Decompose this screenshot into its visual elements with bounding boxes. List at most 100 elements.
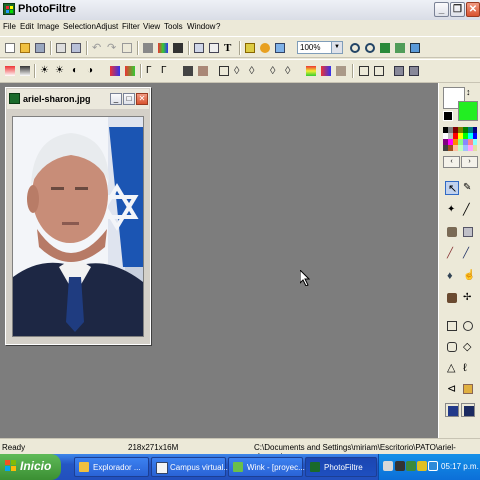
contrast-plus-icon[interactable]: ◐ — [70, 64, 84, 78]
palette-next-button[interactable]: › — [461, 156, 478, 168]
default-colors-icon[interactable] — [443, 111, 453, 121]
color-palette[interactable] — [443, 127, 477, 151]
image-size-icon[interactable] — [192, 41, 206, 55]
rotate-left-icon[interactable] — [392, 64, 406, 78]
fill-bucket-icon[interactable] — [445, 225, 459, 239]
actual-size-icon[interactable] — [393, 41, 407, 55]
start-button[interactable]: Inicio — [0, 454, 61, 480]
undo-icon[interactable]: ↶ — [90, 41, 104, 55]
film-icon[interactable] — [171, 41, 185, 55]
print-icon[interactable] — [54, 41, 68, 55]
explorer-icon[interactable] — [273, 41, 287, 55]
saturation-plus-icon[interactable] — [108, 64, 122, 78]
network-icon[interactable] — [406, 461, 416, 471]
frame-icon[interactable] — [217, 64, 231, 78]
menu-window[interactable]: Window — [187, 22, 215, 31]
saturation-minus-icon[interactable] — [123, 64, 137, 78]
sharpen-icon[interactable]: ◊ — [247, 64, 261, 78]
diamond-selection-icon[interactable]: ◇ — [461, 340, 475, 354]
chevron-down-icon[interactable]: ▼ — [331, 42, 342, 53]
mosaic-icon[interactable] — [181, 64, 195, 78]
brush-icon[interactable]: ╱ — [445, 247, 459, 261]
ellipse-selection-icon[interactable] — [461, 319, 475, 333]
polygon-selection-icon[interactable]: ⊲ — [445, 382, 459, 396]
spray-icon[interactable] — [461, 225, 475, 239]
menu-adjust[interactable]: Adjust — [96, 22, 118, 31]
text-icon[interactable]: T — [222, 41, 236, 55]
task-photofiltre[interactable]: PhotoFiltre — [305, 457, 377, 477]
auto-contrast-icon[interactable] — [18, 64, 32, 78]
save-icon[interactable] — [33, 41, 47, 55]
triangle-selection-icon[interactable]: △ — [445, 361, 459, 375]
palette-prev-button[interactable]: ‹ — [443, 156, 460, 168]
gamma-minus-icon[interactable]: Γ — [159, 64, 173, 78]
fill-option-icon[interactable] — [445, 403, 459, 417]
restore-button[interactable]: ❐ — [450, 2, 465, 17]
blur-tool-icon[interactable]: ♦ — [445, 269, 459, 283]
image-canvas[interactable] — [12, 116, 144, 337]
contrast-minus-icon[interactable]: ◑ — [85, 64, 99, 78]
monitor-icon[interactable] — [395, 461, 405, 471]
emboss-icon[interactable]: ◊ — [268, 64, 282, 78]
canvas-size-icon[interactable] — [207, 41, 221, 55]
document-maximize-button[interactable]: □ — [123, 93, 135, 105]
zoom-out-icon[interactable] — [363, 41, 377, 55]
sepia-icon[interactable] — [334, 64, 348, 78]
task-explorador[interactable]: Explorador ... — [74, 457, 149, 477]
menu-file[interactable]: File — [3, 22, 16, 31]
invert-icon[interactable] — [319, 64, 333, 78]
load-shape-icon[interactable] — [461, 382, 475, 396]
menu-image[interactable]: Image — [37, 22, 59, 31]
secondary-color-swatch[interactable] — [458, 101, 478, 121]
rectangle-selection-icon[interactable] — [445, 319, 459, 333]
pattern-tool-icon[interactable]: ✢ — [461, 291, 475, 305]
task-campus-virtual[interactable]: Campus virtual... — [151, 457, 230, 477]
document-titlebar[interactable]: ariel-sharon.jpg _ □ ✕ — [7, 89, 149, 109]
zoom-in-icon[interactable] — [348, 41, 362, 55]
clock[interactable]: 05:17 p.m. — [441, 462, 479, 471]
swap-colors-icon[interactable]: ↕ — [466, 87, 471, 97]
brightness-plus-icon[interactable]: ☀ — [38, 64, 52, 78]
menu-tools[interactable]: Tools — [164, 22, 183, 31]
zoom-select[interactable]: 100% ▼ — [297, 41, 343, 54]
flip-horizontal-icon[interactable] — [357, 64, 371, 78]
advanced-brush-icon[interactable]: ╱ — [461, 247, 475, 261]
close-button[interactable]: ✕ — [466, 2, 480, 17]
full-screen-icon[interactable] — [408, 41, 422, 55]
gamma-plus-icon[interactable]: Γ — [144, 64, 158, 78]
copy-icon[interactable] — [120, 41, 134, 55]
drop-icon[interactable]: ◊ — [283, 64, 297, 78]
rounded-rectangle-icon[interactable] — [445, 340, 459, 354]
brightness-minus-icon[interactable]: ☀ — [53, 64, 67, 78]
eyedropper-icon[interactable]: ✎ — [461, 181, 475, 195]
new-icon[interactable] — [3, 41, 17, 55]
task-wink[interactable]: Wink - [proyec... — [228, 457, 305, 477]
grayscale-icon[interactable] — [141, 41, 155, 55]
redo-icon[interactable]: ↷ — [105, 41, 119, 55]
menu-help[interactable]: ? — [216, 22, 220, 31]
auto-levels-icon[interactable] — [3, 64, 17, 78]
outline-option-icon[interactable] — [461, 403, 475, 417]
color-image-icon[interactable] — [156, 41, 170, 55]
automation-icon[interactable] — [243, 41, 257, 55]
line-tool-icon[interactable]: ╱ — [461, 203, 475, 217]
menu-filter[interactable]: Filter — [122, 22, 140, 31]
plugin-icon[interactable] — [258, 41, 272, 55]
document-minimize-button[interactable]: _ — [110, 93, 122, 105]
volume-icon[interactable] — [417, 461, 427, 471]
menu-selection[interactable]: Selection — [63, 22, 96, 31]
flip-vertical-icon[interactable] — [372, 64, 386, 78]
rotate-right-icon[interactable] — [407, 64, 421, 78]
fit-image-icon[interactable] — [378, 41, 392, 55]
smudge-tool-icon[interactable]: ☝ — [461, 269, 475, 283]
open-icon[interactable] — [18, 41, 32, 55]
document-close-button[interactable]: ✕ — [136, 93, 148, 105]
blur-icon[interactable]: ◊ — [232, 64, 246, 78]
photofiltre-app-icon[interactable] — [3, 3, 15, 15]
pattern-icon[interactable] — [196, 64, 210, 78]
show-hidden-icons-icon[interactable] — [383, 461, 393, 471]
colorize-icon[interactable] — [304, 64, 318, 78]
scan-icon[interactable] — [69, 41, 83, 55]
stamp-tool-icon[interactable] — [445, 291, 459, 305]
minimize-button[interactable]: _ — [434, 2, 449, 17]
